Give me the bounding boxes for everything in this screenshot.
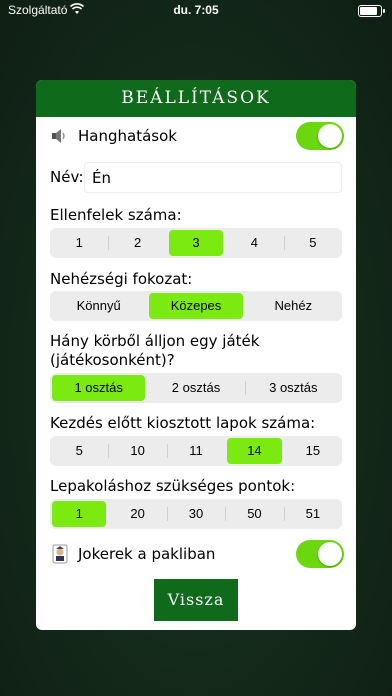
sound-row: Hanghatások (50, 120, 344, 152)
difficulty-segmented: Könnyű Közepes Nehéz (50, 291, 342, 321)
speaker-icon (50, 126, 70, 146)
rounds-option[interactable]: 3 osztás (244, 375, 340, 401)
joker-card-icon (50, 544, 70, 564)
back-button[interactable]: Vissza (154, 579, 238, 621)
points-option[interactable]: 51 (283, 501, 340, 527)
sound-toggle[interactable] (296, 122, 344, 150)
status-bar: Szolgáltató du. 7:05 (0, 0, 392, 22)
panel-title: BEÁLLÍTÁSOK (36, 80, 356, 117)
opponents-option[interactable]: 5 (283, 230, 340, 256)
cards-option[interactable]: 15 (286, 438, 340, 464)
opponents-option-selected[interactable]: 3 (168, 230, 224, 256)
battery-icon (358, 5, 385, 17)
difficulty-option-selected[interactable]: Közepes (149, 293, 243, 319)
jokers-toggle[interactable] (296, 540, 344, 568)
opponents-option[interactable]: 2 (108, 230, 164, 256)
points-segmented: 1 20 30 50 51 (50, 499, 342, 529)
cards-label: Kezdés előtt kiosztott lapok száma: (50, 414, 316, 432)
rounds-option-selected[interactable]: 1 osztás (52, 375, 146, 401)
rounds-option[interactable]: 2 osztás (149, 375, 242, 401)
name-row: Név: (50, 162, 342, 194)
cards-option[interactable]: 11 (166, 438, 223, 464)
points-option[interactable]: 30 (166, 501, 223, 527)
cards-option[interactable]: 5 (52, 438, 106, 464)
name-field[interactable] (84, 162, 342, 193)
difficulty-label: Nehézségi fokozat: (50, 270, 193, 288)
clock: du. 7:05 (173, 3, 219, 17)
rounds-segmented: 1 osztás 2 osztás 3 osztás (50, 373, 342, 403)
opponents-option[interactable]: 1 (52, 230, 106, 256)
sound-label: Hanghatások (78, 127, 177, 145)
cards-option[interactable]: 10 (108, 438, 164, 464)
name-label: Név: (50, 168, 84, 186)
opponents-segmented: 1 2 3 4 5 (50, 228, 342, 258)
cards-option-selected[interactable]: 14 (227, 438, 282, 464)
points-option[interactable]: 50 (225, 501, 281, 527)
difficulty-option[interactable]: Könnyű (52, 293, 145, 319)
jokers-label: Jokerek a pakliban (78, 545, 216, 563)
difficulty-option[interactable]: Nehéz (247, 293, 340, 319)
opponents-option[interactable]: 4 (227, 230, 281, 256)
points-option[interactable]: 20 (110, 501, 164, 527)
rounds-label-line1: Hány körből álljon egy játék (50, 332, 260, 350)
cards-segmented: 5 10 11 14 15 (50, 436, 342, 466)
points-label: Lepakoláshoz szükséges pontok: (50, 477, 296, 495)
opponents-label: Ellenfelek száma: (50, 206, 182, 224)
rounds-label-line2: (játékosonként)? (50, 351, 175, 369)
jokers-row: Jokerek a pakliban (50, 538, 344, 570)
settings-panel: BEÁLLÍTÁSOK Hanghatások Név: Ellenfelek … (36, 80, 356, 630)
points-option-selected[interactable]: 1 (52, 501, 107, 527)
